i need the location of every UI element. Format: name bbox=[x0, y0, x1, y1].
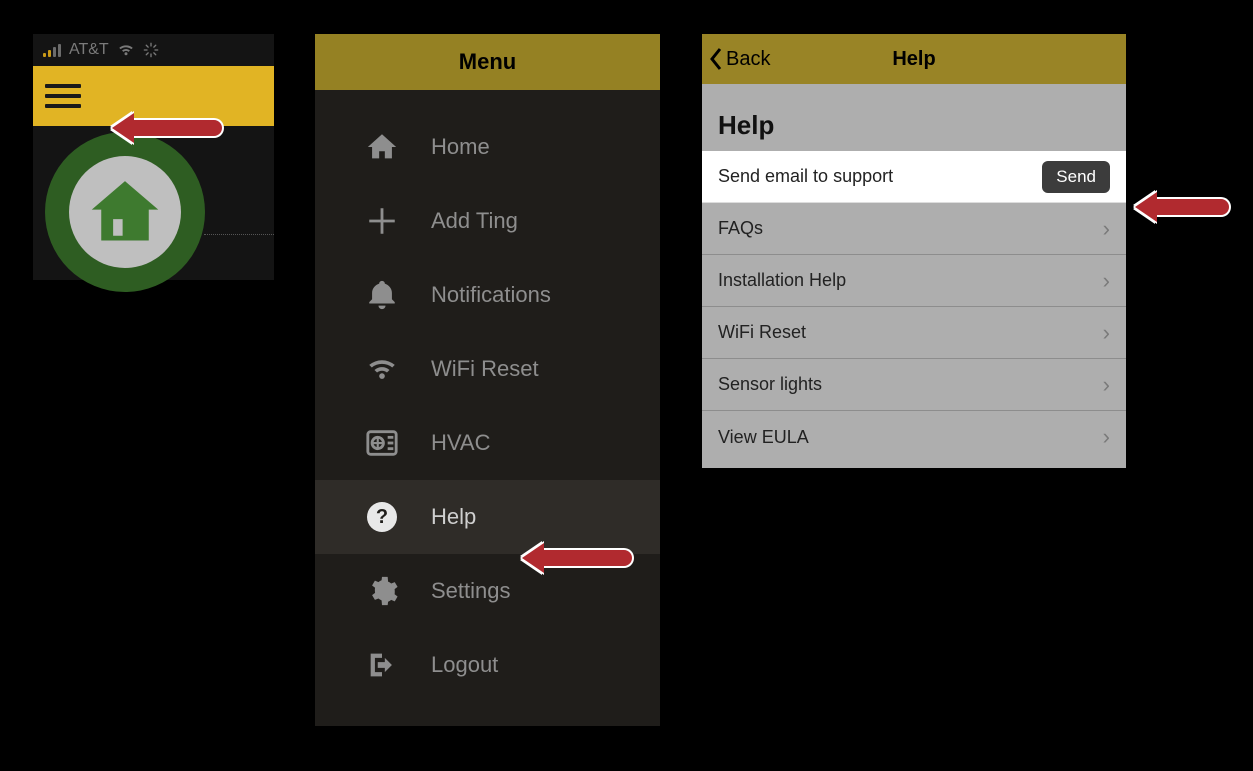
home-screen-panel: AT&T bbox=[33, 34, 274, 280]
home-icon bbox=[363, 128, 401, 166]
help-row-label: WiFi Reset bbox=[718, 322, 806, 343]
house-icon bbox=[87, 174, 163, 250]
menu-item-label: Settings bbox=[431, 578, 511, 604]
help-body: Help Send email to support Send FAQs › I… bbox=[702, 84, 1126, 463]
menu-item-label: WiFi Reset bbox=[431, 356, 539, 382]
loading-spinner-icon bbox=[143, 42, 159, 58]
menu-item-hvac[interactable]: HVAC bbox=[315, 406, 660, 480]
carrier-label: AT&T bbox=[69, 41, 109, 59]
chevron-right-icon: › bbox=[1103, 320, 1110, 346]
menu-item-notifications[interactable]: Notifications bbox=[315, 258, 660, 332]
menu-item-label: Notifications bbox=[431, 282, 551, 308]
chevron-right-icon: › bbox=[1103, 268, 1110, 294]
hamburger-menu-button[interactable] bbox=[45, 84, 81, 108]
menu-list: Home Add Ting Notifications WiFi Reset H bbox=[315, 90, 660, 702]
help-row-label: View EULA bbox=[718, 427, 809, 448]
status-ring-inner bbox=[69, 156, 181, 268]
help-row-label: Installation Help bbox=[718, 270, 846, 291]
logout-icon bbox=[363, 646, 401, 684]
help-icon: ? bbox=[363, 498, 401, 536]
home-body bbox=[33, 126, 274, 280]
chevron-right-icon: › bbox=[1103, 216, 1110, 242]
help-row-installation-help[interactable]: Installation Help › bbox=[702, 255, 1126, 307]
help-nav-title: Help bbox=[702, 48, 1126, 71]
divider bbox=[204, 234, 274, 235]
help-row-send-email: Send email to support Send bbox=[702, 151, 1126, 203]
help-row-view-eula[interactable]: View EULA › bbox=[702, 411, 1126, 463]
help-heading: Help bbox=[702, 84, 1126, 151]
hvac-icon bbox=[363, 424, 401, 462]
menu-item-add-ting[interactable]: Add Ting bbox=[315, 184, 660, 258]
status-ring[interactable] bbox=[45, 132, 205, 292]
help-nav-bar: Back Help bbox=[702, 34, 1126, 84]
signal-bars-icon bbox=[43, 43, 61, 57]
menu-item-wifi-reset[interactable]: WiFi Reset bbox=[315, 332, 660, 406]
help-row-faqs[interactable]: FAQs › bbox=[702, 203, 1126, 255]
wifi-icon bbox=[117, 41, 135, 59]
menu-item-help[interactable]: ? Help bbox=[315, 480, 660, 554]
wifi-icon bbox=[363, 350, 401, 388]
menu-item-label: HVAC bbox=[431, 430, 491, 456]
help-screen-panel: Back Help Help Send email to support Sen… bbox=[702, 34, 1126, 468]
plus-icon bbox=[363, 202, 401, 240]
menu-item-label: Add Ting bbox=[431, 208, 518, 234]
menu-item-logout[interactable]: Logout bbox=[315, 628, 660, 702]
help-row-wifi-reset[interactable]: WiFi Reset › bbox=[702, 307, 1126, 359]
help-row-label: Sensor lights bbox=[718, 374, 822, 395]
gear-icon bbox=[363, 572, 401, 610]
menu-title: Menu bbox=[315, 34, 660, 90]
send-button[interactable]: Send bbox=[1042, 161, 1110, 193]
help-row-label: Send email to support bbox=[718, 166, 893, 187]
menu-item-label: Help bbox=[431, 504, 476, 530]
help-row-sensor-lights[interactable]: Sensor lights › bbox=[702, 359, 1126, 411]
menu-item-label: Home bbox=[431, 134, 490, 160]
app-header bbox=[33, 66, 274, 126]
menu-panel: Menu Home Add Ting Notifications WiFi Re… bbox=[315, 34, 660, 726]
callout-arrow bbox=[1135, 192, 1231, 222]
help-row-label: FAQs bbox=[718, 218, 763, 239]
menu-item-label: Logout bbox=[431, 652, 498, 678]
menu-item-settings[interactable]: Settings bbox=[315, 554, 660, 628]
status-bar: AT&T bbox=[33, 34, 274, 66]
chevron-right-icon: › bbox=[1103, 372, 1110, 398]
chevron-right-icon: › bbox=[1103, 424, 1110, 450]
menu-item-home[interactable]: Home bbox=[315, 110, 660, 184]
bell-icon bbox=[363, 276, 401, 314]
